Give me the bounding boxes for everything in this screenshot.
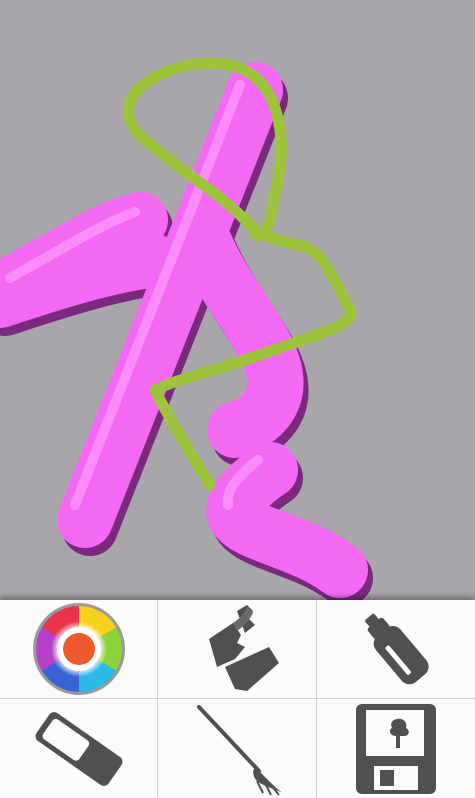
canvas-drawing (0, 57, 373, 600)
drawing-canvas[interactable] (0, 0, 475, 600)
current-color-swatch (62, 633, 95, 665)
color-picker-button[interactable] (0, 600, 158, 699)
color-wheel-icon (32, 603, 125, 695)
save-icon (356, 703, 436, 794)
paintbrush-icon (197, 704, 283, 796)
save-button[interactable] (317, 699, 475, 798)
eraser-icon (35, 711, 122, 786)
smudge-tool-button[interactable] (158, 600, 317, 699)
spray-can-icon (365, 613, 429, 685)
toolbar (0, 600, 475, 798)
spray-tool-button[interactable] (317, 600, 475, 699)
smudge-icon (209, 605, 279, 691)
brush-tool-button[interactable] (158, 699, 317, 798)
eraser-tool-button[interactable] (0, 699, 158, 798)
